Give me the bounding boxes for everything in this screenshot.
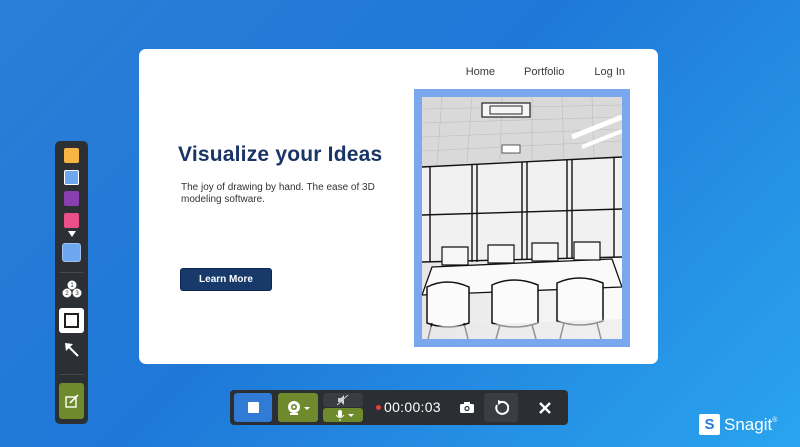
hero-headline: Visualize your Ideas bbox=[178, 143, 383, 166]
learn-more-button[interactable]: Learn More bbox=[181, 269, 271, 290]
website-preview: Home Portfolio Log In Visualize your Ide… bbox=[139, 49, 658, 364]
snagit-logo-mark: S bbox=[699, 414, 720, 435]
webcam-icon bbox=[288, 400, 310, 415]
selected-color-swatch[interactable] bbox=[63, 244, 80, 261]
microphone-icon bbox=[335, 409, 354, 421]
nav-home-link[interactable]: Home bbox=[466, 66, 495, 78]
hero-tagline: The joy of drawing by hand. The ease of … bbox=[181, 182, 375, 205]
registered-mark: ® bbox=[772, 417, 778, 424]
arrow-tool-icon[interactable] bbox=[62, 340, 81, 359]
snagit-logo-text: Snagit bbox=[724, 414, 773, 434]
screenshot-button[interactable] bbox=[455, 395, 479, 420]
speaker-muted-icon bbox=[337, 395, 349, 405]
microphone-button[interactable] bbox=[323, 408, 363, 422]
office-sketch-image bbox=[422, 97, 622, 339]
color-expand-chevron-icon[interactable] bbox=[67, 230, 76, 237]
toolbar-divider bbox=[59, 272, 84, 273]
snagit-logo: S Snagit ® bbox=[699, 414, 777, 435]
annotation-toggle-button[interactable] bbox=[59, 383, 84, 419]
step-numbers-icon[interactable]: 1 2 3 bbox=[61, 278, 82, 300]
camera-icon bbox=[460, 402, 474, 413]
nav-login-link[interactable]: Log In bbox=[594, 66, 625, 78]
stop-icon bbox=[247, 402, 259, 413]
color-swatch-purple[interactable] bbox=[64, 191, 79, 206]
restart-button[interactable] bbox=[484, 393, 518, 422]
color-swatch-orange[interactable] bbox=[64, 148, 79, 163]
annotation-toolbar: 1 2 3 bbox=[55, 141, 88, 424]
recording-timer: 00:00:03 bbox=[384, 399, 441, 415]
recording-indicator bbox=[376, 405, 381, 410]
office-sketch-drawing bbox=[422, 97, 622, 339]
rectangle-icon bbox=[64, 313, 79, 328]
system-audio-button[interactable] bbox=[323, 393, 363, 407]
color-swatch-blue[interactable] bbox=[64, 170, 79, 185]
webcam-toggle-button[interactable] bbox=[278, 393, 318, 422]
website-nav: Home Portfolio Log In bbox=[466, 66, 625, 78]
color-swatch-pink[interactable] bbox=[64, 213, 79, 228]
restart-icon bbox=[495, 399, 509, 415]
stop-recording-button[interactable] bbox=[234, 393, 272, 422]
nav-portfolio-link[interactable]: Portfolio bbox=[524, 66, 564, 78]
hero-image-frame bbox=[414, 89, 630, 347]
rectangle-tool-button[interactable] bbox=[59, 308, 84, 333]
cancel-recording-button[interactable] bbox=[528, 393, 562, 422]
edit-icon bbox=[64, 394, 79, 408]
toolbar-divider bbox=[59, 374, 84, 375]
close-icon bbox=[539, 401, 551, 414]
